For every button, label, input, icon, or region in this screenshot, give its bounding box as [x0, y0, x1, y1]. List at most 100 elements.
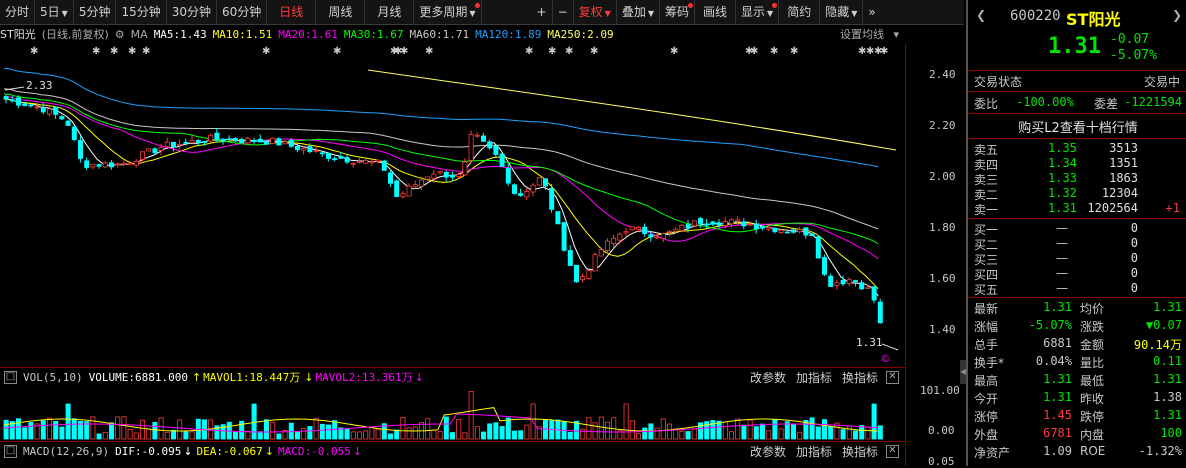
candle-body — [598, 249, 604, 257]
stock-code: 600220 — [1010, 8, 1061, 24]
candle-body — [251, 139, 257, 143]
switch-indicator-button[interactable]: 换指标 — [842, 369, 878, 386]
ma-settings-button[interactable]: 设置均线 ▾ — [840, 26, 899, 42]
collapse-icon[interactable]: □ — [4, 370, 17, 384]
edit-params-button[interactable]: 改参数 — [750, 443, 786, 460]
candle-body — [263, 141, 269, 145]
add-indicator-button[interactable]: 加指标 — [796, 443, 832, 460]
zoom-out-button[interactable]: − — [553, 0, 574, 24]
volume-bar — [822, 419, 828, 440]
chips-button[interactable]: 筹码 — [660, 0, 695, 24]
arrow-down-icon: ↓ — [352, 444, 363, 458]
volume-bar — [605, 421, 611, 440]
tab-5min[interactable]: 5分钟 — [74, 0, 117, 24]
add-indicator-button[interactable]: 加指标 — [796, 369, 832, 386]
expand-icon[interactable]: » — [863, 0, 880, 24]
candle-body — [809, 233, 815, 237]
event-marker: ✱ — [128, 46, 136, 57]
notification-dot — [688, 3, 693, 8]
more-periods-button[interactable]: 更多周期 ▼ — [414, 0, 482, 24]
zoom-in-button[interactable]: + — [532, 0, 553, 24]
period-toolbar: 分时 5日 ▼ 5分钟 15分钟 30分钟 60分钟 日线 周线 月线 更多周期 ▼… — [0, 0, 964, 25]
bid-row: 买三 —0 — [968, 251, 1186, 267]
volume-bar — [753, 426, 759, 440]
candle-body — [611, 237, 617, 244]
volume-chart[interactable] — [0, 385, 905, 441]
tab-intraday[interactable]: 分时 — [0, 0, 36, 24]
tab-15min[interactable]: 15分钟 — [116, 0, 167, 24]
event-marker: ✱ — [670, 46, 678, 57]
collapse-icon[interactable]: □ — [4, 444, 17, 458]
simple-button[interactable]: 简约 — [779, 0, 821, 24]
volume-bar — [319, 423, 325, 440]
ma10-line — [3, 98, 879, 290]
candle-body — [760, 225, 766, 229]
tab-weekly[interactable]: 周线 — [316, 0, 366, 24]
gear-icon[interactable]: ⚙ — [115, 28, 125, 41]
stat-label: 最高 — [974, 374, 999, 388]
stat-label: 涨停 — [974, 410, 999, 424]
l2-banner[interactable]: 购买L2查看十档行情 — [968, 117, 1186, 136]
candle-body — [109, 162, 115, 168]
prev-stock-icon[interactable]: ❮ — [976, 8, 986, 22]
tab-monthly[interactable]: 月线 — [365, 0, 415, 24]
macd-label: MACD(12,26,9) — [23, 444, 110, 458]
candle-body — [400, 193, 406, 197]
high-price-label: 2.33 — [26, 79, 53, 92]
tab-60min[interactable]: 60分钟 — [217, 0, 268, 24]
candle-body — [152, 148, 158, 153]
adjust-button[interactable]: 复权 ▼ — [574, 0, 617, 24]
candle-body — [164, 141, 170, 147]
candle-body — [418, 179, 424, 187]
weicha-value: -1221594 — [1124, 95, 1182, 109]
candle-body — [115, 163, 121, 166]
bid-volume: 0 — [1130, 251, 1138, 265]
edit-params-button[interactable]: 改参数 — [750, 369, 786, 386]
arrow-down-icon: ↓ — [183, 444, 193, 458]
stat-label: 均价 — [1080, 302, 1105, 316]
stat-label: 最新 — [974, 302, 999, 316]
candle-body — [468, 134, 474, 161]
draw-line-button[interactable]: 画线 — [695, 0, 737, 24]
next-stock-icon[interactable]: ❯ — [1172, 8, 1182, 22]
ask-row: 卖一 1.31 1202564 +1 — [968, 201, 1186, 217]
stat-label: 涨幅 — [974, 320, 999, 334]
l2-banner-text[interactable]: 购买L2查看十档行情 — [968, 117, 1186, 136]
tab-5day[interactable]: 5日 ▼ — [35, 0, 74, 24]
stat-value: 1.31 — [1153, 300, 1182, 314]
candle-body — [673, 228, 679, 232]
volume-bar — [22, 427, 28, 440]
bid-volume: 0 — [1130, 221, 1138, 235]
display-button[interactable]: 显示 ▼ — [736, 0, 780, 24]
volume-bar — [28, 422, 34, 440]
switch-indicator-button[interactable]: 换指标 — [842, 443, 878, 460]
volume-bar — [679, 430, 685, 440]
event-marker: ✱ — [590, 46, 598, 57]
stat-label: 内盘 — [1080, 428, 1105, 442]
candle-body — [133, 160, 139, 166]
macd-tick: 0.05 — [928, 455, 955, 468]
ask-row: 卖二 1.32 12304 — [968, 186, 1186, 202]
candle-body — [363, 159, 369, 164]
tab-30min[interactable]: 30分钟 — [167, 0, 218, 24]
hide-button[interactable]: 隐藏 ▼ — [820, 0, 864, 24]
candlestick-chart[interactable]: ✱ ✱ ✱ ✱ ✱ ✱ ✱ ✱✱✱ ✱ ✱ ✱ ✱ ✱ ✱ ✱✱ ✱ ✱ ✱ ✱ ✱✱2.331.31© — [0, 44, 905, 366]
notification-dot — [772, 3, 778, 8]
candle-body — [214, 132, 220, 140]
candle-body — [853, 280, 859, 283]
candle-body — [387, 172, 393, 184]
candle-body — [741, 221, 747, 227]
volume-bar — [90, 416, 96, 440]
overlay-button[interactable]: 叠加 ▼ — [617, 0, 660, 24]
candle-body — [15, 97, 21, 106]
volume-bar — [809, 417, 815, 440]
close-icon[interactable]: ✕ — [886, 444, 899, 458]
close-icon[interactable]: ✕ — [886, 370, 899, 384]
candle-body — [381, 160, 387, 171]
candle-body — [102, 162, 108, 168]
tab-daily[interactable]: 日线 — [267, 0, 317, 24]
ask-delta: +1 — [1165, 201, 1180, 215]
stat-label: 昨收 — [1080, 392, 1105, 406]
bid-price: — — [1056, 281, 1068, 295]
stat-label: 净资产 — [974, 446, 1011, 460]
